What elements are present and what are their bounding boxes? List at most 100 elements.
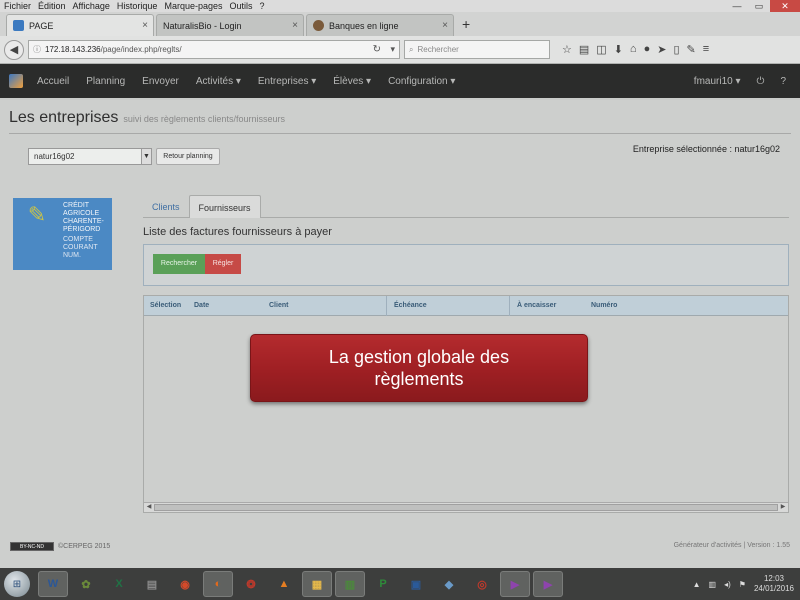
caption-overlay: La gestion globale des règlements [250, 334, 588, 402]
paperclip-icon: ✎ [27, 202, 47, 227]
help-icon[interactable]: ? [780, 76, 786, 87]
browser-tab-page[interactable]: PAGE × [6, 14, 154, 36]
taskbar-app-13[interactable]: ◎ [467, 571, 497, 597]
taskbar-app-9[interactable]: ▥ [335, 571, 365, 597]
hamburger-menu-icon[interactable]: ≡ [703, 43, 709, 56]
start-button[interactable]: ⊞ [4, 571, 30, 597]
share-icon[interactable]: ➤ [657, 43, 666, 56]
bank-account-card[interactable]: ✎ Crédit Agricole Charente- Périgord Com… [13, 198, 112, 270]
minimize-icon[interactable]: — [726, 0, 748, 12]
clock-time: 12:03 [763, 574, 784, 583]
taskbar-app-7[interactable]: ▲ [269, 571, 299, 597]
nav-entreprises[interactable]: Entreprises ▾ [258, 76, 316, 87]
taskbar-app-3[interactable]: ▤ [137, 571, 167, 597]
tray-network-icon[interactable]: ▥ [709, 580, 717, 589]
tab-close-icon[interactable]: × [142, 20, 148, 31]
menu-affichage[interactable]: Affichage [73, 1, 110, 11]
col-numero[interactable]: Numéro [591, 302, 617, 309]
taskbar-app-6[interactable]: ❂ [236, 571, 266, 597]
extension-icon[interactable]: ▯ [673, 43, 679, 56]
reading-list-icon[interactable]: ▤ [579, 43, 589, 56]
col-a-encaisser[interactable]: À encaisser [517, 302, 556, 309]
chat-icon[interactable]: ● [644, 43, 651, 56]
page-content: Les entreprises suivi des règlements cli… [0, 100, 800, 568]
url-bar[interactable]: ⓘ 172.18.143.236/page/index.php/reglts/ … [28, 40, 400, 59]
download-icon[interactable]: ⬇ [614, 43, 623, 56]
nav-planning[interactable]: Planning [86, 76, 125, 87]
scroll-right-icon[interactable]: ▶ [778, 503, 788, 512]
tab-close-icon[interactable]: × [442, 20, 448, 31]
menu-marque-pages[interactable]: Marque-pages [164, 1, 222, 11]
cc-license-badge[interactable]: BY-NC-ND [10, 542, 54, 551]
new-tab-button[interactable]: + [456, 14, 476, 36]
user-menu[interactable]: fmauri10 ▾ [694, 76, 741, 87]
url-host: 172.18.143.236 [45, 45, 101, 54]
taskbar-app-icon: ◆ [444, 578, 454, 591]
taskbar-app-0[interactable]: W [38, 571, 68, 597]
search-input[interactable]: ⌕ Rechercher [404, 40, 550, 59]
bookmark-star-icon[interactable]: ☆ [562, 43, 572, 56]
home-icon[interactable]: ⌂ [630, 43, 637, 56]
taskbar-app-11[interactable]: ▣ [401, 571, 431, 597]
tab-clients[interactable]: Clients [143, 195, 189, 217]
menu-historique[interactable]: Historique [117, 1, 158, 11]
maximize-icon[interactable]: ▭ [748, 0, 770, 12]
menu-edition[interactable]: Édition [38, 1, 66, 11]
scrollbar-thumb[interactable] [154, 504, 778, 511]
taskbar-app-icon: ▣ [410, 578, 422, 591]
addon-icon[interactable]: ✎ [687, 43, 696, 56]
nav-configuration[interactable]: Configuration ▾ [388, 76, 455, 87]
menu-outils[interactable]: Outils [230, 1, 253, 11]
browser-tab-banques[interactable]: Banques en ligne × [306, 14, 454, 36]
reload-icon[interactable]: ↻ [373, 44, 381, 55]
footer-copyright: ©CERPEG 2015 [58, 543, 111, 550]
tab-fournisseurs[interactable]: Fournisseurs [188, 195, 261, 218]
taskbar-app-10[interactable]: P [368, 571, 398, 597]
horizontal-scrollbar[interactable]: ◀ ▶ [144, 502, 788, 512]
nav-eleves[interactable]: Élèves ▾ [333, 76, 371, 87]
chevron-down-icon[interactable]: ▼ [141, 149, 151, 164]
nav-envoyer[interactable]: Envoyer [142, 76, 179, 87]
col-separator [509, 296, 510, 316]
rechercher-button[interactable]: Rechercher [153, 254, 205, 274]
taskbar-app-5[interactable]: ◐ [203, 571, 233, 597]
taskbar-app-2[interactable]: X [104, 571, 134, 597]
col-selection[interactable]: Sélection [150, 302, 181, 309]
taskbar-app-8[interactable]: ▦ [302, 571, 332, 597]
retour-planning-button[interactable]: Retour planning [156, 148, 220, 165]
back-arrow-icon[interactable]: ◀ [4, 39, 24, 60]
nav-activites[interactable]: Activités ▾ [196, 76, 241, 87]
scroll-left-icon[interactable]: ◀ [144, 503, 154, 512]
taskbar-app-1[interactable]: ✿ [71, 571, 101, 597]
power-icon[interactable]: ⏻ [757, 76, 765, 87]
close-icon[interactable]: ✕ [770, 0, 800, 12]
col-echeance[interactable]: Échéance [394, 302, 427, 309]
bank-name-line: Charente- [63, 218, 104, 225]
regler-button[interactable]: Régler [205, 254, 241, 274]
bank-name: Crédit Agricole Charente- Périgord [63, 202, 104, 234]
nav-accueil[interactable]: Accueil [37, 76, 69, 87]
app-logo[interactable] [9, 74, 23, 88]
taskbar-app-14[interactable]: ▶ [500, 571, 530, 597]
menu-aide[interactable]: ? [260, 1, 265, 11]
company-select[interactable]: natur16g02 ▼ [28, 148, 152, 165]
list-title: Liste des factures fournisseurs à payer [143, 226, 332, 238]
taskbar-app-15[interactable]: ▶ [533, 571, 563, 597]
taskbar-app-12[interactable]: ◆ [434, 571, 464, 597]
tab-close-icon[interactable]: × [292, 20, 298, 31]
menu-fichier[interactable]: Fichier [4, 1, 31, 11]
url-history-chevron-icon[interactable]: ▾ [390, 44, 395, 55]
reglements-tabs: Clients Fournisseurs [143, 195, 789, 218]
col-date[interactable]: Date [194, 302, 209, 309]
browser-navbar: ◀ ⓘ 172.18.143.236/page/index.php/reglts… [0, 36, 800, 64]
grid-header: Sélection Date Client Échéance À encaiss… [144, 296, 788, 316]
tray-flag-icon[interactable]: ⚑ [739, 580, 746, 589]
col-client[interactable]: Client [269, 302, 288, 309]
clock[interactable]: 12:03 24/01/2016 [754, 574, 794, 594]
taskbar-apps: W ✿ X ▤ ◉ ◐ ❂ ▲ ▦ ▥ P ▣ ◆ ◎ ▶ ▶ [38, 571, 566, 597]
tray-chevron-icon[interactable]: ▲ [693, 580, 701, 589]
browser-tab-naturalisbio[interactable]: NaturalisBio - Login × [156, 14, 304, 36]
pocket-icon[interactable]: ◫ [596, 43, 606, 56]
tray-volume-icon[interactable]: ◂) [724, 580, 731, 589]
taskbar-app-4[interactable]: ◉ [170, 571, 200, 597]
